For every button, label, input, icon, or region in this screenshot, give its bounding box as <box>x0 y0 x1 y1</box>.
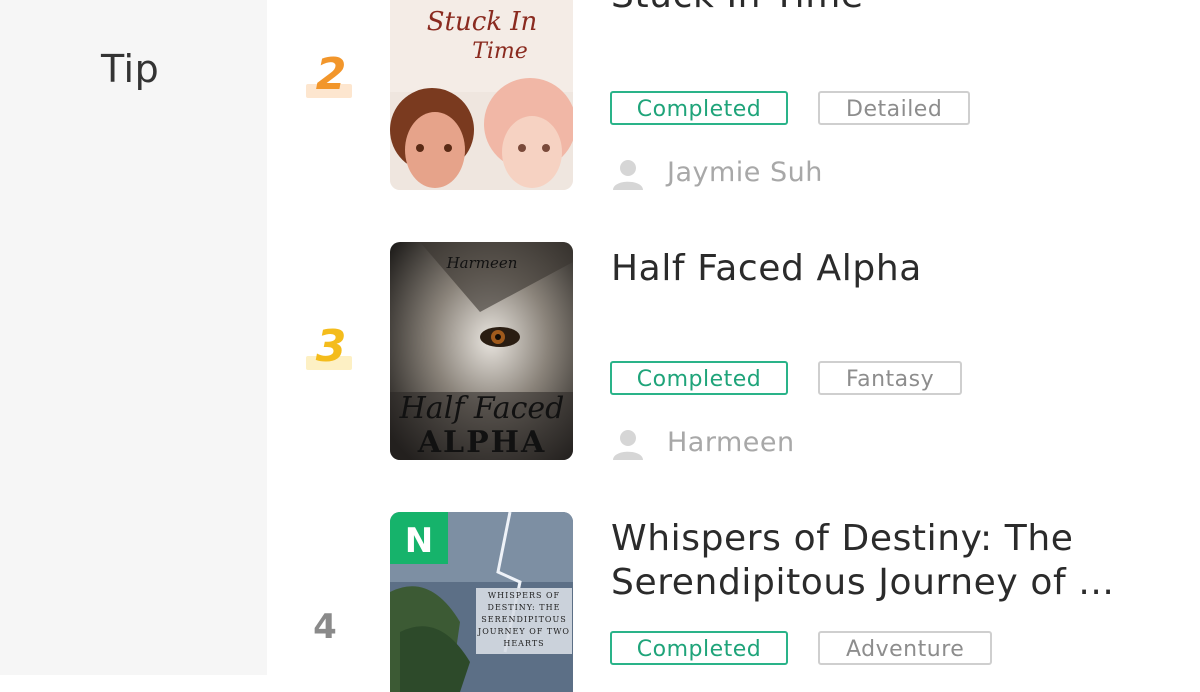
rank-number: 2 <box>315 49 347 100</box>
cover-title-line-2: Time <box>472 39 528 64</box>
genre-tag[interactable]: Fantasy <box>818 361 963 395</box>
cover-title-line-2: DESTINY: THE <box>488 603 561 612</box>
author-name: Jaymie Suh <box>667 157 823 188</box>
cover-title-line-4: JOURNEY OF TWO <box>477 627 570 636</box>
rank-badge: 4 <box>290 602 360 652</box>
genre-tag[interactable]: Adventure <box>818 631 993 665</box>
author-line: Harmeen <box>611 425 795 461</box>
rank-number: 4 <box>313 607 337 647</box>
cover-title-line-5: HEARTS <box>503 639 544 648</box>
cover-art: Harmeen Half Faced ALPHA <box>390 242 573 460</box>
status-tag: Completed <box>610 91 788 125</box>
cover-author: Harmeen <box>446 254 518 272</box>
book-cover[interactable]: Harmeen Half Faced ALPHA <box>390 242 573 460</box>
cover-title-line-2: ALPHA <box>417 425 547 460</box>
book-title[interactable]: Whispers of Destiny: The Serendipitous J… <box>611 517 1171 605</box>
rank-badge: 2 <box>296 50 366 100</box>
cover-art: Stuck In Time <box>390 0 573 190</box>
cover-title-line-3: SERENDIPITOUS <box>481 615 566 624</box>
book-cover[interactable]: Stuck In Time <box>390 0 573 190</box>
book-title[interactable]: Stuck In Time <box>611 0 1171 18</box>
cover-art: N WHISPERS OF DESTINY: THE SERENDIPITOUS… <box>390 512 573 692</box>
category-sidebar: Tip <box>0 0 267 675</box>
book-title[interactable]: Half Faced Alpha <box>611 247 1171 291</box>
n-logo-icon: N <box>405 521 433 561</box>
status-tag: Completed <box>610 631 788 665</box>
author-line: Jaymie Suh <box>611 155 823 191</box>
rank-number: 3 <box>315 321 347 372</box>
person-icon <box>613 159 643 190</box>
genre-tag[interactable]: Detailed <box>818 91 971 125</box>
book-cover[interactable]: N WHISPERS OF DESTINY: THE SERENDIPITOUS… <box>390 512 573 692</box>
cover-title-line-1: WHISPERS OF <box>488 591 560 600</box>
author-name: Harmeen <box>667 427 795 458</box>
person-icon <box>613 429 643 460</box>
status-tag: Completed <box>610 361 788 395</box>
cover-title-line-1: Stuck In <box>427 7 538 37</box>
sidebar-item-tip[interactable]: Tip <box>101 47 159 91</box>
cover-title-line-1: Half Faced <box>399 391 565 426</box>
rank-badge: 3 <box>296 322 366 372</box>
